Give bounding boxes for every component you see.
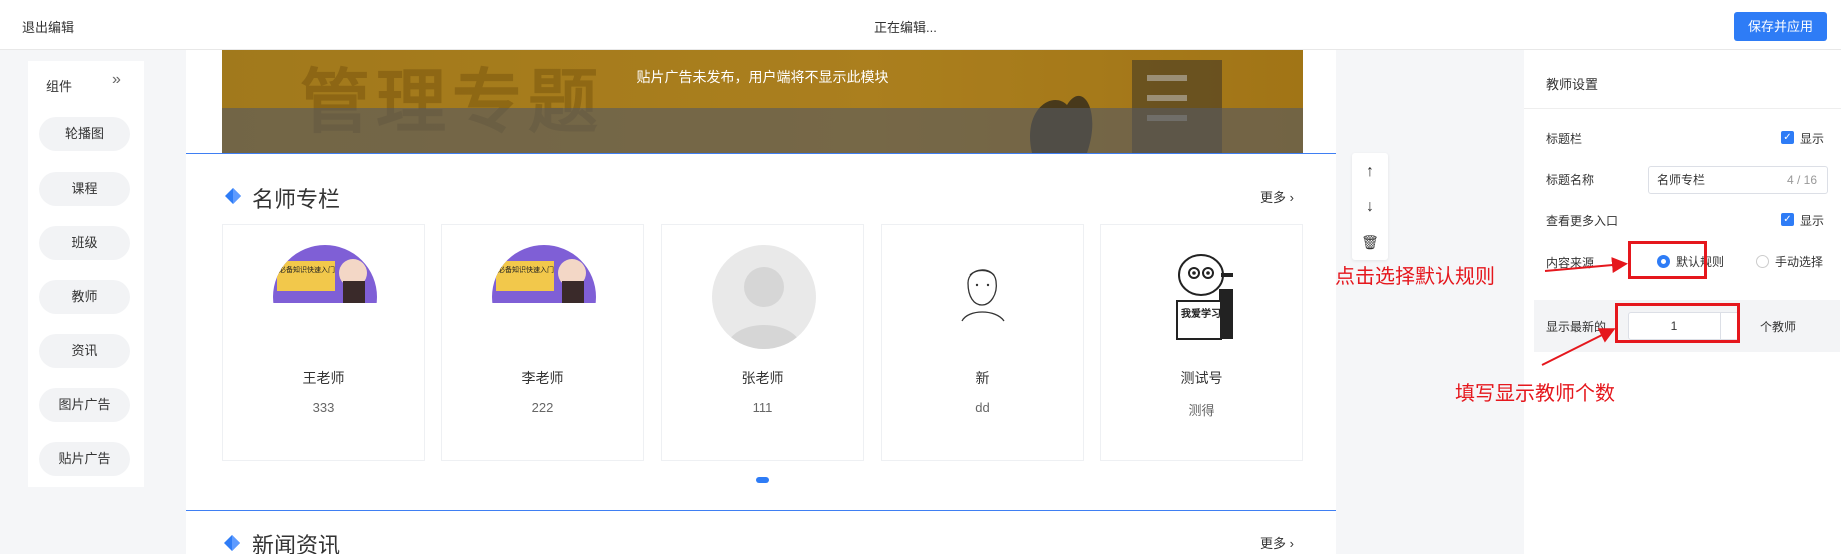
component-carousel[interactable]: 轮播图 (39, 117, 130, 151)
cartoon-avatar-icon: 我爱学习 (1151, 245, 1255, 349)
teacher-name: 测试号 (1180, 370, 1223, 386)
teacher-avatar: 必备知识快速入门 (273, 245, 377, 349)
component-class[interactable]: 班级 (39, 226, 130, 260)
move-down-icon[interactable]: ↓ (1352, 192, 1388, 222)
highlight-box-count-input (1615, 303, 1740, 343)
annotation-default-rule: 点击选择默认规则 (1335, 264, 1495, 288)
teacher-column-module[interactable]: 名师专栏 更多 › 必备知识快速入门 王老师 333 必备知识快速入门 李老师 … (186, 153, 1336, 511)
teacher-card[interactable]: 张老师 111 (662, 225, 863, 460)
component-news[interactable]: 资讯 (39, 334, 130, 368)
collapse-icon[interactable]: » (112, 71, 121, 89)
title-bar-check-label: 显示 (1800, 132, 1825, 146)
title-bar-checkbox[interactable]: ✓ (1781, 131, 1794, 144)
delete-icon[interactable]: 🗑 (1352, 227, 1388, 257)
teacher-name: 李老师 (521, 370, 564, 386)
more-entry-check-label: 显示 (1800, 214, 1825, 228)
teacher-desc: 333 (312, 400, 335, 415)
source-manual-label[interactable]: 手动选择 (1775, 253, 1823, 270)
latest-unit-label: 个教师 (1760, 320, 1797, 334)
more-entry-checkbox[interactable]: ✓ (1781, 213, 1794, 226)
component-panel-title: 组件 (46, 79, 73, 94)
diamond-icon (225, 188, 241, 204)
top-bar: 退出编辑 正在编辑... 保存并应用 (0, 0, 1841, 50)
annotation-fill-count: 填写显示教师个数 (1455, 381, 1615, 405)
highlight-box-default-rule (1628, 241, 1707, 279)
exit-edit-button[interactable]: 退出编辑 (22, 17, 74, 36)
component-panel: 组件 » 轮播图 课程 班级 教师 资讯 图片广告 贴片广告 (28, 61, 144, 487)
more-link[interactable]: 更多 › (1260, 187, 1294, 206)
cartoon-sign-text: 我爱学习 (1181, 307, 1221, 320)
teacher-card[interactable]: 我爱学习 测试号 测得 (1101, 225, 1302, 460)
teacher-card[interactable]: 必备知识快速入门 李老师 222 (442, 225, 643, 460)
preview-canvas: 管理专题 贴片广告未发布，用户端将不显示此模块 名师专栏 更多 › 必备知识快速… (186, 50, 1336, 554)
teacher-name: 王老师 (302, 370, 345, 386)
save-and-apply-button[interactable]: 保存并应用 (1734, 12, 1827, 41)
title-name-label: 标题名称 (1546, 173, 1595, 187)
title-name-value: 名师专栏 (1657, 173, 1706, 187)
section-title: 新闻资讯 (252, 533, 341, 554)
more-entry-label: 查看更多入口 (1546, 214, 1619, 228)
carousel-dot[interactable] (756, 477, 769, 483)
teacher-desc: 测得 (1188, 403, 1215, 418)
component-teacher[interactable]: 教师 (39, 280, 130, 314)
teacher-desc: 111 (752, 400, 773, 415)
teacher-avatar: 必备知识快速入门 (492, 245, 596, 349)
content-source-label: 内容来源 (1546, 256, 1595, 270)
component-sticker-ad[interactable]: 贴片广告 (39, 442, 130, 476)
teacher-card[interactable]: 新 dd (882, 225, 1083, 460)
title-bar-label: 标题栏 (1546, 132, 1583, 146)
teacher-desc: 222 (531, 400, 554, 415)
avatar-poster-text: 必备知识快速入门 (498, 265, 554, 274)
title-name-counter: 4 / 16 (1786, 173, 1817, 187)
avatar-poster-text: 必备知识快速入门 (279, 265, 335, 274)
teacher-desc: dd (975, 400, 990, 415)
section-title: 名师专栏 (252, 187, 341, 212)
more-link[interactable]: 更多 › (1260, 533, 1294, 552)
move-up-icon[interactable]: ↑ (1352, 157, 1388, 187)
teacher-name: 张老师 (741, 370, 784, 386)
teacher-card[interactable]: 必备知识快速入门 王老师 333 (223, 225, 424, 460)
component-image-ad[interactable]: 图片广告 (39, 388, 130, 422)
banner-unpublished-notice: 贴片广告未发布，用户端将不显示此模块 (636, 69, 889, 85)
divider (1524, 108, 1841, 109)
settings-panel: 教师设置 标题栏 ✓ 显示 标题名称 名师专栏 4 / 16 查看更多入口 ✓ … (1524, 50, 1841, 554)
default-avatar-icon (712, 245, 816, 349)
sticker-ad-banner[interactable]: 管理专题 贴片广告未发布，用户端将不显示此模块 (222, 50, 1303, 153)
title-name-input[interactable]: 名师专栏 4 / 16 (1648, 166, 1828, 194)
edit-status-text: 正在编辑... (874, 20, 937, 35)
sketch-avatar-icon (932, 245, 1036, 349)
teacher-name: 新 (975, 370, 990, 386)
latest-label: 显示最新的 (1546, 320, 1607, 334)
diamond-icon (224, 535, 240, 551)
settings-title: 教师设置 (1546, 77, 1599, 92)
source-manual-radio[interactable] (1756, 255, 1769, 268)
component-course[interactable]: 课程 (39, 172, 130, 206)
news-module[interactable]: 新闻资讯 更多 › (186, 520, 1336, 554)
module-toolbar: ↑ ↓ 🗑 (1352, 153, 1388, 260)
